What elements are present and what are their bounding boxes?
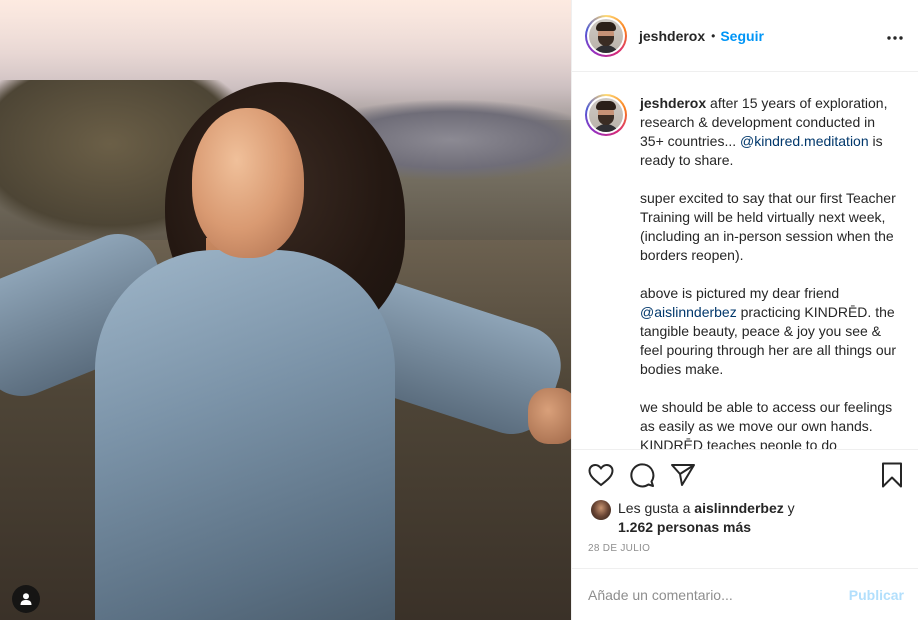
caption-area: jeshderox after 15 years of exploration,… — [572, 72, 918, 449]
publish-button[interactable]: Publicar — [849, 587, 904, 603]
caption-paragraph-1: jeshderox after 15 years of exploration,… — [640, 94, 900, 170]
photo-shirt — [95, 250, 395, 620]
liker-username-link[interactable]: aislinnderbez — [694, 500, 783, 516]
caption-author-avatar[interactable] — [585, 94, 627, 136]
caption-paragraph-4: we should be able to access our feelings… — [640, 399, 893, 449]
caption-paragraph-2: super excited to say that our first Teac… — [640, 190, 896, 263]
likes-count-link[interactable]: 1.262 personas más — [618, 519, 751, 535]
liker-avatar[interactable] — [591, 500, 611, 520]
heart-icon — [588, 463, 614, 486]
share-button[interactable] — [669, 461, 697, 489]
caption-author-link[interactable]: jeshderox — [640, 95, 706, 111]
likes-prefix: Les gusta a — [618, 500, 695, 516]
post-date[interactable]: 28 DE JULIO — [572, 543, 918, 571]
post-actions — [572, 449, 918, 499]
user-tag-icon — [20, 593, 32, 605]
like-button[interactable] — [587, 461, 615, 489]
follow-button[interactable]: Seguir — [720, 28, 764, 44]
save-button[interactable] — [878, 461, 906, 489]
likes-conjunction: y — [783, 500, 795, 516]
caption-text-part: above is pictured my dear friend — [640, 285, 840, 301]
photo-face — [192, 108, 304, 258]
author-avatar[interactable] — [585, 14, 627, 57]
likes-summary: Les gusta a aislinnderbez y 1.262 person… — [572, 499, 918, 541]
post-sidebar: jeshderox • Seguir jeshderox after 15 ye… — [571, 0, 918, 620]
likes-text: Les gusta a aislinnderbez y 1.262 person… — [618, 499, 795, 537]
comment-icon — [630, 462, 655, 487]
separator-dot: • — [711, 28, 716, 43]
instagram-post: jeshderox • Seguir jeshderox after 15 ye… — [0, 0, 918, 620]
caption-text: jeshderox after 15 years of exploration,… — [640, 94, 900, 449]
comment-bar: Añade un comentario... Publicar — [572, 568, 918, 620]
more-options-icon[interactable] — [886, 25, 904, 46]
comment-button[interactable] — [628, 461, 656, 489]
post-photo[interactable] — [0, 0, 571, 620]
mention-link[interactable]: @aislinnderbez — [640, 304, 737, 320]
post-header: jeshderox • Seguir — [572, 0, 918, 72]
caption-paragraph-3: above is pictured my dear friend @aislin… — [640, 284, 900, 379]
photo-hand — [528, 388, 571, 444]
comment-input[interactable]: Añade un comentario... — [588, 587, 733, 603]
mention-link[interactable]: @kindred.meditation — [740, 133, 869, 149]
tagged-users-button[interactable] — [12, 585, 40, 613]
author-username-link[interactable]: jeshderox — [639, 28, 705, 44]
bookmark-icon — [882, 462, 902, 487]
paper-plane-icon — [671, 463, 695, 486]
